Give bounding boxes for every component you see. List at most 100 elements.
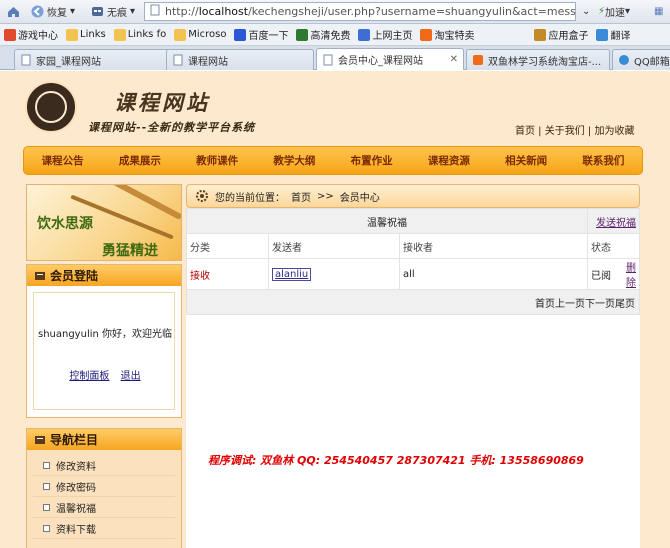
favorite-item[interactable]: 高清免费 [292, 27, 354, 42]
chevron-down-icon: ▾ [130, 6, 136, 17]
favorite-item[interactable]: Links [62, 28, 110, 41]
table-header-row: 分类 发送者 接收者 状态 [186, 233, 640, 259]
main-nav: 课程公告 成果展示 教师课件 教学大纲 布置作业 课程资源 相关新闻 联系我们 [23, 146, 643, 175]
close-icon[interactable]: ✕ [450, 54, 458, 65]
banner-line-1: 饮水思源 [37, 216, 93, 232]
favorite-item[interactable]: 应用盒子 [530, 27, 592, 42]
nav-item-homework[interactable]: 布置作业 [333, 153, 410, 168]
site-header: 课程网站 课程网站--全新的教学平台系统 首页 | 关于我们 | 加为收藏 [0, 71, 670, 145]
lightning-icon: ⚡ [598, 6, 606, 17]
qq-icon [618, 54, 630, 66]
nav-item-achievements[interactable]: 成果展示 [101, 153, 178, 168]
pager-links[interactable]: 首页上一页下一页尾页 [186, 289, 640, 315]
folder-icon [174, 28, 187, 41]
send-blessing-link[interactable]: 发送祝福 [596, 218, 636, 229]
column-header-sender: 发送者 [268, 233, 400, 259]
table-row: 接收 alanliu all 已阅 删除 [186, 258, 640, 290]
box-icon [534, 28, 547, 41]
tab-member-center[interactable]: 会员中心_课程网站 ✕ [316, 48, 464, 70]
tab-course-site[interactable]: 课程网站 [166, 49, 314, 70]
page-icon [322, 54, 334, 66]
accelerate-button[interactable]: ⚡ 加速 ▾ [598, 2, 630, 21]
cell-receiver: all [399, 258, 588, 290]
favorite-item[interactable]: 百度一下 [230, 27, 292, 42]
table-title-row: 温馨祝福 发送祝福 [186, 208, 640, 234]
nav-box-title: 导航栏目 [50, 433, 99, 447]
sender-link[interactable]: alanliu [272, 267, 312, 281]
cell-sender: alanliu [268, 258, 400, 290]
breadcrumb: 您的当前位置： 首页 >> 会员中心 [186, 184, 640, 208]
nav-item-syllabus[interactable]: 教学大纲 [256, 153, 333, 168]
table-title: 温馨祝福 [186, 208, 588, 234]
breadcrumb-separator: >> [317, 190, 334, 202]
cell-status: 已阅 [587, 258, 618, 290]
tab-taobao-store[interactable]: 双鱼林学习系统淘宝店-... [466, 49, 610, 70]
home-button[interactable] [4, 2, 23, 21]
favorite-item[interactable]: 淘宝特卖 [416, 27, 478, 42]
top-link-home[interactable]: 首页 [515, 126, 535, 137]
favorites-bar: 游戏中心 Links Links fo Microso 百度一下 高清免费 上网主页 淘宝特卖… [0, 24, 670, 46]
address-bar[interactable]: http://localhost/kechengsheji/user.php?u… [144, 2, 576, 21]
nav-box-item-edit-profile[interactable]: 修改资料 [33, 455, 175, 476]
favorite-item[interactable]: Microso [170, 28, 230, 41]
column-header-status: 状态 [587, 233, 640, 259]
nav-box-list: 修改资料 修改密码 温馨祝福 资料下载 [33, 455, 175, 539]
nav-box-item-change-password[interactable]: 修改密码 [33, 476, 175, 497]
home-icon [7, 5, 20, 18]
menu-button[interactable]: ▦ [654, 2, 663, 21]
bullet-icon [43, 482, 50, 490]
bullet-icon [43, 503, 50, 511]
taobao-icon [472, 54, 484, 66]
cell-type: 接收 [186, 258, 269, 290]
tab-qq-mail[interactable]: QQ邮箱 [612, 49, 670, 70]
tab-label: QQ邮箱 [634, 56, 670, 68]
logout-link[interactable]: 退出 [121, 371, 141, 382]
page-icon [149, 4, 161, 19]
tab-label: 家园_课程网站 [36, 56, 101, 68]
top-link-about[interactable]: 关于我们 [545, 126, 585, 137]
motto-banner: 饮水思源 勇猛精进 [26, 184, 182, 261]
site-subtitle: 课程网站--全新的教学平台系统 [88, 121, 256, 134]
nav-box-item-downloads[interactable]: 资料下载 [33, 518, 175, 539]
nav-item-courseware[interactable]: 教师课件 [179, 153, 256, 168]
restore-button[interactable]: 恢复 ▾ [28, 2, 78, 21]
tab-home-course[interactable]: 家园_课程网站 [14, 49, 179, 70]
favorite-item[interactable]: Links fo [110, 28, 171, 41]
banner-line-2: 勇猛精进 [102, 243, 158, 259]
message-table: 温馨祝福 发送祝福 分类 发送者 接收者 状态 接收 alanliu all 已… [186, 208, 640, 315]
nav-box-item-blessings[interactable]: 温馨祝福 [33, 497, 175, 518]
login-links: 控制面板 退出 [34, 367, 176, 382]
login-box-header: 会员登陆 [27, 265, 181, 286]
chevron-down-icon: ▾ [625, 6, 631, 17]
nav-item-announcements[interactable]: 课程公告 [24, 153, 101, 168]
favorite-item[interactable]: 翻译 [592, 27, 634, 42]
translate-icon [596, 28, 609, 41]
page-icon [172, 54, 184, 66]
tab-label: 会员中心_课程网站 [338, 56, 423, 67]
breadcrumb-home[interactable]: 首页 [291, 189, 311, 204]
m-icon [296, 28, 309, 41]
login-box-title: 会员登陆 [50, 269, 99, 283]
nav-box: 导航栏目 修改资料 修改密码 温馨祝福 资料下载 [26, 428, 182, 548]
breadcrumb-prefix: 您的当前位置： [215, 192, 285, 204]
delete-link[interactable]: 删除 [626, 263, 636, 289]
favorite-item[interactable]: 游戏中心 [0, 27, 62, 42]
back-arrow-icon [31, 5, 44, 18]
gear-icon [195, 189, 209, 203]
nav-item-news[interactable]: 相关新闻 [488, 153, 565, 168]
bullet-icon [43, 524, 50, 532]
home-icon [358, 28, 371, 41]
chevron-down-icon: ⌄ [582, 6, 591, 17]
nav-item-resources[interactable]: 课程资源 [410, 153, 487, 168]
nav-item-contact[interactable]: 联系我们 [565, 153, 642, 168]
restore-label: 恢复 [47, 8, 67, 19]
top-link-favorite[interactable]: 加为收藏 [594, 126, 634, 137]
incognito-button[interactable]: 无痕 ▾ [88, 2, 138, 21]
login-box-body: shuangyulin 你好，欢迎光临 控制面板 退出 [33, 292, 175, 410]
dropdown-button[interactable]: ⌄ [582, 2, 590, 21]
baidu-icon [234, 28, 247, 41]
favorite-item[interactable]: 上网主页 [354, 27, 416, 42]
tab-label: 双鱼林学习系统淘宝店-... [488, 56, 602, 68]
breadcrumb-current: 会员中心 [339, 192, 380, 204]
control-panel-link[interactable]: 控制面板 [69, 371, 109, 382]
